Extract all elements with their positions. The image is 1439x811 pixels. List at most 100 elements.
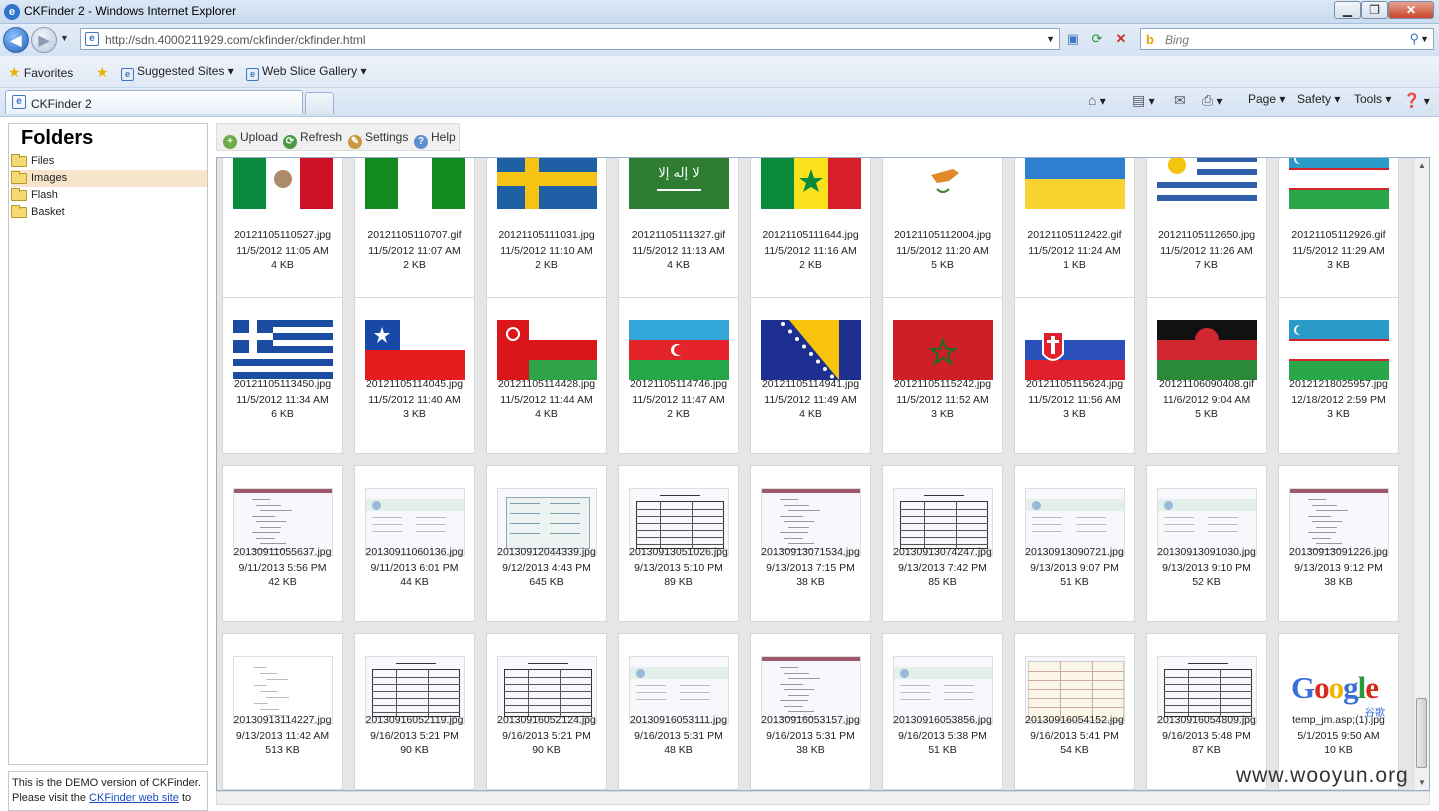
ie-logo-icon: e — [4, 4, 20, 20]
file-tile[interactable]: 20121105112650.jpg 11/5/2012 11:26 AM 7 KB — [1146, 158, 1267, 305]
file-tile[interactable]: 20130913074247.jpg 9/13/2013 7:42 PM 85 KB — [882, 465, 1003, 622]
file-tile[interactable]: 20121218025957.jpg 12/18/2012 2:59 PM 3 KB — [1278, 297, 1399, 454]
file-size: 2 KB — [403, 259, 426, 271]
file-tile[interactable]: 20130911055637.jpg 9/11/2013 5:56 PM 42 KB — [222, 465, 343, 622]
safety-menu[interactable]: Safety ▾ — [1297, 92, 1340, 106]
file-tile[interactable]: 20130916053111.jpg 9/16/2013 5:31 PM 48 KB — [618, 633, 739, 790]
file-tile[interactable]: 20130916054152.jpg 9/16/2013 5:41 PM 54 KB — [1014, 633, 1135, 790]
file-tile[interactable]: 20130913091226.jpg 9/13/2013 9:12 PM 38 KB — [1278, 465, 1399, 622]
folder-basket[interactable]: Basket — [11, 204, 207, 221]
file-tile[interactable]: 20121106090408.gif 11/6/2012 9:04 AM 5 KB — [1146, 297, 1267, 454]
file-tile[interactable]: 20130913071534.jpg 9/13/2013 7:15 PM 38 KB — [750, 465, 871, 622]
file-size: 2 KB — [799, 259, 822, 271]
url-dropdown-icon[interactable]: ▼ — [1046, 34, 1055, 44]
file-thumbnail — [1025, 158, 1125, 209]
ckfinder-website-link[interactable]: CKFinder web site — [89, 792, 179, 804]
scroll-down-icon[interactable]: ▼ — [1418, 778, 1426, 787]
mail-button[interactable]: ✉ — [1174, 92, 1186, 109]
file-tile[interactable]: 20121105111644.jpg 11/5/2012 11:16 AM 2 KB — [750, 158, 871, 305]
file-tile[interactable]: ﻻ ﺇﻟﻪ ﺇﻻ 20121105111327.gif 11/5/2012 11:1… — [618, 158, 739, 305]
tools-menu[interactable]: Tools ▾ — [1354, 92, 1391, 106]
file-tile[interactable]: 20121105112422.gif 11/5/2012 11:24 AM 1 KB — [1014, 158, 1135, 305]
stop-icon[interactable]: ✕ — [1112, 30, 1130, 48]
file-tile[interactable]: 20130916052124.jpg 9/16/2013 5:21 PM 90 KB — [486, 633, 607, 790]
file-size: 38 KB — [796, 744, 825, 756]
suggested-sites-link[interactable]: e Suggested Sites ▾ — [121, 64, 234, 81]
vertical-scrollbar[interactable]: ▲ ▼ — [1413, 158, 1429, 790]
forward-button[interactable]: ▶ — [31, 27, 57, 53]
history-dropdown-icon[interactable]: ▼ — [60, 33, 69, 43]
file-tile[interactable]: 20130913051026.jpg 9/13/2013 5:10 PM 89 KB — [618, 465, 739, 622]
file-tile[interactable]: 20121105114746.jpg 11/5/2012 11:47 AM 2 KB — [618, 297, 739, 454]
file-size: 3 KB — [1327, 259, 1350, 271]
file-tile[interactable]: 20121105110707.gif 11/5/2012 11:07 AM 2 KB — [354, 158, 475, 305]
horizontal-scrollbar[interactable] — [216, 791, 1430, 805]
back-button[interactable]: ◀ — [3, 27, 29, 53]
file-tile[interactable]: 20130916053157.jpg 9/16/2013 5:31 PM 38 KB — [750, 633, 871, 790]
file-tile[interactable]: 20130913091030.jpg 9/13/2013 9:10 PM 52 KB — [1146, 465, 1267, 622]
demo-notice: This is the DEMO version of CKFinder. Pl… — [8, 771, 208, 811]
new-tab-button[interactable] — [305, 92, 334, 114]
url-text[interactable]: http://sdn.4000211929.com/ckfinder/ckfin… — [105, 33, 366, 47]
file-tile[interactable]: 20121105112004.jpg 11/5/2012 11:20 AM 5 KB — [882, 158, 1003, 305]
file-tile[interactable]: 20130916053856.jpg 9/16/2013 5:38 PM 51 KB — [882, 633, 1003, 790]
maximize-button[interactable]: ❐ — [1361, 1, 1388, 19]
folder-files[interactable]: Files — [11, 153, 207, 170]
scrollbar-thumb[interactable] — [1416, 698, 1427, 768]
file-size: 3 KB — [1327, 408, 1350, 420]
tab-ckfinder[interactable]: e CKFinder 2 — [5, 90, 303, 114]
demo-notice-suffix: to — [181, 792, 192, 804]
minimize-button[interactable]: ▁ — [1334, 1, 1361, 19]
help-menu[interactable]: ❓ ▾ — [1403, 92, 1430, 109]
web-slice-gallery-link[interactable]: e Web Slice Gallery ▾ — [246, 64, 367, 81]
file-size: 7 KB — [1195, 259, 1218, 271]
file-tile[interactable]: 20130911060136.jpg 9/11/2013 6:01 PM 44 KB — [354, 465, 475, 622]
print-icon: ⎙ — [1202, 92, 1214, 108]
file-name: 20121105114428.jpg — [497, 378, 596, 390]
file-tile[interactable]: 20121105113450.jpg 11/5/2012 11:34 AM 6 KB — [222, 297, 343, 454]
refresh-button[interactable]: ⟳ Refresh — [283, 130, 342, 149]
home-button[interactable]: ⌂ ▾ — [1088, 92, 1106, 108]
address-bar[interactable]: e http://sdn.4000211929.com/ckfinder/ckf… — [80, 28, 1060, 50]
file-name: 20130916053157.jpg — [761, 714, 860, 726]
compatibility-view-icon[interactable]: ▣ — [1064, 30, 1082, 48]
file-name: 20121105114045.jpg — [365, 378, 464, 390]
folder-images[interactable]: Images — [11, 170, 207, 187]
file-name: 20121105112926.gif — [1291, 229, 1386, 241]
upload-button[interactable]: + Upload — [223, 130, 278, 149]
file-tile[interactable]: 20130916052119.jpg 9/16/2013 5:21 PM 90 KB — [354, 633, 475, 790]
feeds-button[interactable]: ▤ ▾ — [1132, 92, 1155, 109]
page-menu[interactable]: Page ▾ — [1248, 92, 1285, 106]
file-tile[interactable]: 20121105114428.jpg 11/5/2012 11:44 AM 4 KB — [486, 297, 607, 454]
file-size: 38 KB — [796, 576, 825, 588]
file-tile[interactable]: 20121105115242.jpg 11/5/2012 11:52 AM 3 KB — [882, 297, 1003, 454]
file-tile[interactable]: 20121105112926.gif 11/5/2012 11:29 AM 3 KB — [1278, 158, 1399, 305]
print-button[interactable]: ⎙ ▾ — [1202, 92, 1223, 109]
favorites-button[interactable]: ★ Favorites — [8, 64, 73, 81]
file-tile[interactable]: 20121105114941.jpg 11/5/2012 11:49 AM 4 KB — [750, 297, 871, 454]
scroll-up-icon[interactable]: ▲ — [1418, 161, 1426, 170]
file-tile[interactable]: 20130913114227.jpg 9/13/2013 11:42 AM 513 … — [222, 633, 343, 790]
file-tile[interactable]: 20130912044339.jpg 9/12/2013 4:43 PM 645 K… — [486, 465, 607, 622]
file-size: 89 KB — [664, 576, 693, 588]
search-dropdown-icon[interactable]: ▼ — [1420, 34, 1429, 44]
refresh-icon[interactable]: ⟳ — [1088, 30, 1106, 48]
file-name: 20121105110527.jpg — [233, 229, 332, 241]
file-tile[interactable]: 20121105115624.jpg 11/5/2012 11:56 AM 3 KB — [1014, 297, 1135, 454]
file-size: 4 KB — [535, 408, 558, 420]
file-tile[interactable]: 20130913090721.jpg 9/13/2013 9:07 PM 51 KB — [1014, 465, 1135, 622]
help-button[interactable]: ? Help — [414, 130, 456, 149]
settings-button[interactable]: ✎ Settings — [348, 130, 408, 149]
add-favorite-icon[interactable]: ★ — [96, 64, 109, 81]
file-tile[interactable]: 20121105111031.jpg 11/5/2012 11:10 AM 2 KB — [486, 158, 607, 305]
file-name: 20121105115624.jpg — [1025, 378, 1124, 390]
file-name: 20121105112422.gif — [1027, 229, 1122, 241]
search-icon[interactable]: ⚲ — [1409, 31, 1419, 47]
file-tile[interactable]: 20121105114045.jpg 11/5/2012 11:40 AM 3 KB — [354, 297, 475, 454]
close-button[interactable]: ✕ — [1388, 1, 1434, 19]
folder-flash[interactable]: Flash — [11, 187, 207, 204]
search-input[interactable]: b Bing ⚲ ▼ — [1140, 28, 1434, 50]
tab-label: CKFinder 2 — [31, 97, 92, 111]
file-size: 42 KB — [268, 576, 297, 588]
file-tile[interactable]: 20121105110527.jpg 11/5/2012 11:05 AM 4 KB — [222, 158, 343, 305]
